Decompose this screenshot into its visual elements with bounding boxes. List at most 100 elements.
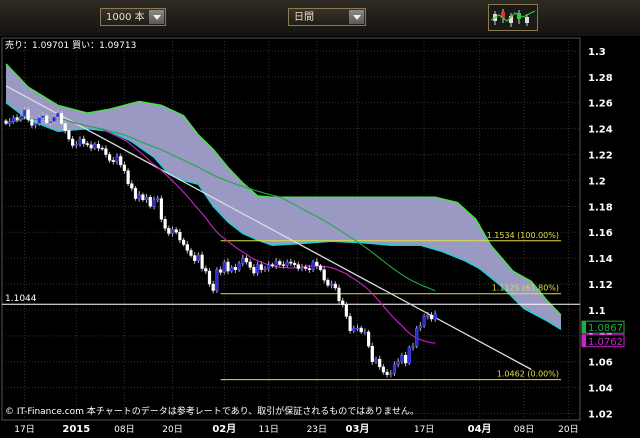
y-tick-label: 1.18 — [588, 202, 613, 213]
candle-body — [215, 269, 219, 291]
chart-tool-button[interactable] — [488, 4, 538, 31]
candle-body — [315, 261, 319, 267]
candle-body — [333, 283, 337, 289]
candle-body — [418, 325, 422, 329]
x-tick-label: 17日 — [14, 424, 34, 435]
candle-body — [330, 283, 334, 286]
fib-label: 1.1125 (61.80%) — [492, 284, 559, 293]
candle-body — [307, 268, 311, 270]
x-tick-label: 02月 — [212, 423, 236, 435]
x-tick-label: 23日 — [307, 424, 327, 435]
price-tags: 1.0867 1.0762 — [581, 320, 625, 348]
candle-body — [152, 199, 156, 207]
candle-body — [359, 327, 363, 333]
candle-body — [218, 269, 223, 273]
candle-body — [248, 261, 252, 268]
candle-body — [104, 148, 108, 155]
candle-body — [19, 116, 23, 120]
candle-body — [63, 123, 67, 131]
candle-body — [252, 266, 256, 274]
candle-body — [429, 314, 434, 320]
candle-body — [11, 117, 15, 122]
price-tag-swatch — [582, 321, 586, 334]
y-tick-label: 1.28 — [588, 73, 613, 84]
candle-body — [148, 197, 152, 207]
y-tick-label: 1.16 — [588, 228, 613, 239]
candle-body — [74, 143, 78, 146]
candle-body — [326, 279, 330, 286]
y-tick-label: 1.1 — [588, 306, 606, 317]
count-select-value: 1000 本 — [106, 12, 145, 23]
candle-body — [122, 164, 126, 171]
x-tick-label: 08日 — [514, 424, 534, 435]
candle-body — [433, 313, 437, 320]
candlestick-indicator-icon — [489, 5, 537, 30]
candle-body — [241, 257, 245, 264]
candle-body — [355, 327, 360, 330]
candle-body — [144, 197, 149, 201]
candle-body — [222, 261, 226, 273]
candle-body — [167, 228, 171, 234]
x-tick-label: 08日 — [114, 424, 134, 435]
candle-body — [59, 112, 64, 124]
candle-body — [178, 232, 182, 241]
y-tick-label: 1.24 — [588, 125, 613, 136]
candle-body — [422, 316, 426, 326]
y-tick-label: 1.3 — [588, 47, 606, 58]
y-tick-label: 1.2 — [588, 176, 606, 187]
candle-body — [126, 170, 130, 184]
x-tick-label: 2015 — [62, 424, 90, 435]
candle-body — [181, 239, 186, 245]
candle-body — [52, 116, 56, 122]
candle-body — [270, 264, 274, 267]
count-select[interactable]: 1000 本 — [100, 8, 166, 26]
candle-body — [374, 358, 378, 362]
candle-body — [93, 143, 97, 149]
candle-body — [389, 373, 393, 375]
candle-body — [230, 266, 234, 272]
candle-body — [318, 265, 323, 270]
candle-body — [207, 270, 212, 285]
candle-body — [78, 138, 82, 145]
candle-body — [34, 123, 38, 126]
price-tag-swatch — [582, 334, 586, 347]
candle-body — [200, 254, 204, 269]
candle-body — [237, 263, 241, 270]
chart-area: 1.1534 (100.00%) 1.1125 (61.80%) 1.0462 (0… — [0, 36, 640, 438]
price-tag-label: 1.0867 — [588, 323, 623, 334]
candle-body — [37, 117, 41, 124]
candle-body — [196, 254, 200, 261]
candle-body — [296, 264, 300, 269]
x-tick-label: 17日 — [414, 424, 434, 435]
candle-body — [67, 130, 71, 140]
candle-body — [256, 264, 260, 274]
candle-body — [344, 304, 348, 317]
candle-body — [341, 300, 345, 305]
candle-body — [363, 331, 367, 334]
x-tick-label: 04月 — [468, 423, 492, 435]
candle-body — [100, 147, 104, 150]
candle-body — [404, 355, 408, 364]
candle-body — [8, 121, 12, 124]
candle-body — [15, 117, 19, 120]
y-tick-label: 1.02 — [588, 410, 613, 421]
candle-body — [267, 264, 271, 269]
candle-body — [115, 156, 119, 162]
candle-body — [300, 266, 304, 269]
candle-body — [133, 188, 138, 199]
candle-body — [348, 316, 352, 331]
candle-body — [107, 154, 112, 161]
candle-body — [352, 327, 356, 331]
y-tick-label: 1.04 — [588, 384, 613, 395]
candle-body — [400, 355, 404, 362]
candle-body — [263, 268, 267, 270]
candle-body — [415, 327, 419, 347]
candle-body — [407, 347, 411, 364]
candle-body — [392, 364, 397, 374]
candle-body — [378, 358, 382, 368]
candle-body — [311, 261, 315, 270]
candle-body — [26, 109, 30, 120]
period-select[interactable]: 日間 — [288, 8, 366, 26]
candle-body — [244, 257, 249, 263]
price-tag-label: 1.0762 — [588, 337, 623, 348]
